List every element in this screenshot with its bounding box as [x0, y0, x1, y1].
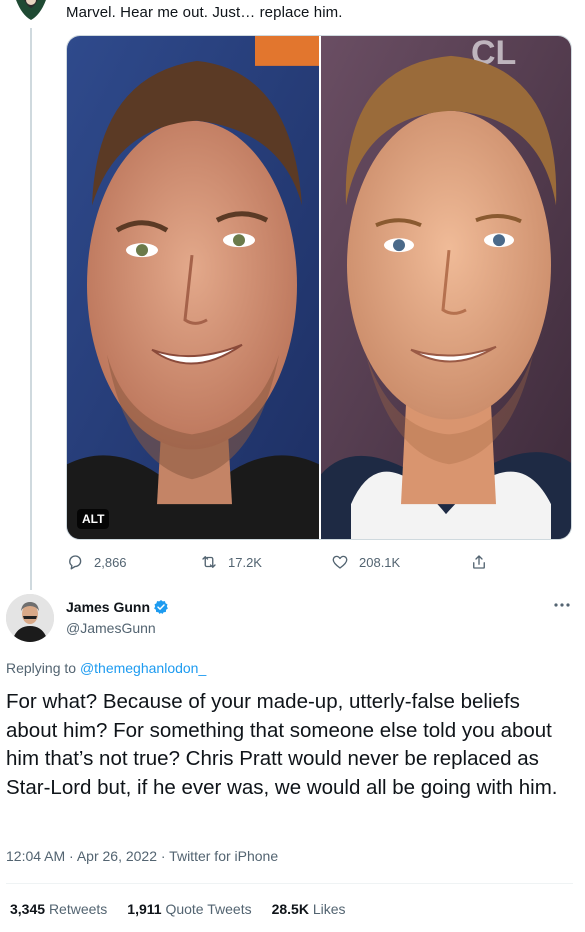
- author-handle[interactable]: @JamesGunn: [66, 620, 156, 636]
- parent-tweet-text: Marvel. Hear me out. Just… replace him.: [66, 4, 343, 21]
- author-name-text: James Gunn: [66, 599, 151, 615]
- reply-icon: [69, 555, 82, 570]
- retweets-stat-label: Retweets: [48, 901, 108, 917]
- reply-count: 2,866: [94, 554, 127, 570]
- likes-stat-count: 28.5K: [271, 901, 309, 917]
- divider: [6, 883, 573, 884]
- thread-line: [30, 28, 32, 590]
- tweet-actions: 2,866 17.2K 208.1K: [66, 550, 496, 574]
- author-avatar[interactable]: [6, 594, 54, 642]
- retweet-count: 17.2K: [228, 554, 262, 570]
- tweet-media[interactable]: CL ALT: [66, 35, 572, 540]
- quotes-stat[interactable]: 1,911 Quote Tweets: [127, 901, 251, 917]
- quotes-stat-count: 1,911: [127, 901, 162, 917]
- more-icon[interactable]: [553, 600, 571, 610]
- quotes-stat-label: Quote Tweets: [165, 901, 252, 917]
- likes-stat[interactable]: 28.5K Likes: [272, 901, 346, 917]
- replying-mention-link[interactable]: @themeghanlodon_: [80, 660, 206, 676]
- share-icon: [473, 555, 485, 569]
- like-count: 208.1K: [359, 554, 401, 570]
- tweet-author: James Gunn @JamesGunn: [6, 594, 579, 646]
- parent-tweet: Marvel. Hear me out. Just… replace him.: [0, 0, 585, 590]
- share-button[interactable]: [470, 550, 488, 574]
- verified-icon: [154, 600, 168, 614]
- retweet-icon: [202, 556, 216, 568]
- alt-badge[interactable]: ALT: [77, 509, 110, 529]
- right-photo[interactable]: CL: [321, 36, 572, 539]
- parent-avatar[interactable]: [10, 0, 52, 28]
- author-name[interactable]: James Gunn: [66, 599, 169, 615]
- like-button[interactable]: 208.1K: [331, 550, 400, 574]
- replying-to: Replying to @themeghanlodon_: [6, 660, 206, 676]
- tweet-timestamp[interactable]: 12:04 AM · Apr 26, 2022 · Twitter for iP…: [6, 848, 278, 864]
- tweet-text: For what? Because of your made-up, utter…: [6, 690, 558, 799]
- like-icon: [332, 555, 348, 569]
- replying-prefix: Replying to: [6, 660, 80, 676]
- retweet-button[interactable]: 17.2K: [200, 550, 262, 574]
- tweet-stats: 3,345 Retweets 1,911 Quote Tweets 28.5K …: [10, 901, 366, 917]
- retweets-stat-count: 3,345: [10, 901, 46, 917]
- left-photo[interactable]: [67, 36, 319, 539]
- retweets-stat[interactable]: 3,345 Retweets: [10, 901, 107, 917]
- likes-stat-label: Likes: [312, 901, 346, 917]
- reply-button[interactable]: 2,866: [66, 550, 127, 574]
